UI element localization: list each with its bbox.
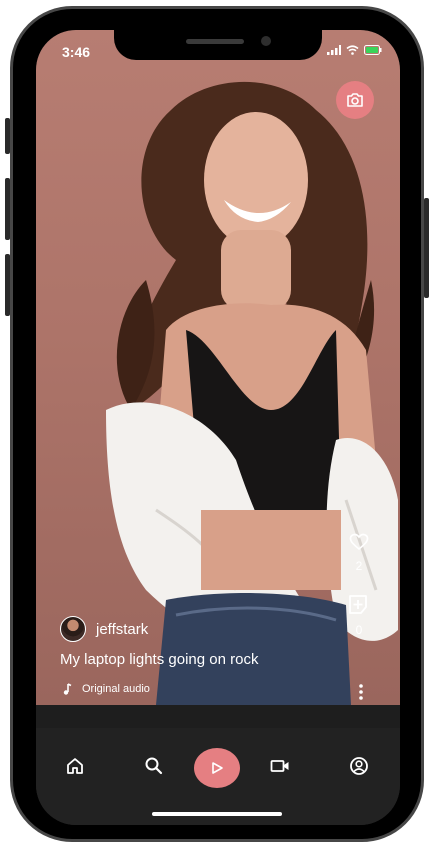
system-icons — [327, 45, 382, 55]
play-icon — [212, 762, 223, 774]
video-camera-icon — [270, 760, 289, 772]
nav-search[interactable] — [136, 748, 172, 784]
username[interactable]: jeffstark — [96, 621, 148, 638]
music-note-icon — [63, 683, 72, 695]
power-button — [424, 198, 429, 298]
app-screen: 3:46 2 0 jeffstark My laptop lights goin… — [36, 30, 400, 825]
nav-home[interactable] — [57, 748, 93, 784]
save-button[interactable]: 0 — [348, 593, 370, 637]
more-vertical-icon — [359, 684, 363, 700]
author-row[interactable]: jeffstark — [60, 616, 148, 642]
account-circle-icon — [350, 757, 368, 775]
add-box-icon — [349, 595, 367, 614]
status-bar: 3:46 — [36, 30, 400, 74]
post-caption: My laptop lights going on rock — [60, 651, 259, 668]
status-time: 3:46 — [62, 44, 91, 60]
bottom-nav — [36, 728, 400, 825]
video-player[interactable] — [36, 30, 400, 705]
like-button[interactable]: 2 — [348, 533, 370, 573]
like-count: 2 — [355, 559, 363, 573]
camera-icon — [347, 93, 363, 107]
avatar[interactable] — [60, 616, 86, 642]
notch — [114, 30, 322, 60]
more-options-button[interactable] — [356, 683, 366, 701]
video-frame-image — [106, 81, 398, 705]
nav-play[interactable] — [194, 748, 240, 788]
home-icon — [67, 758, 83, 774]
battery-icon — [364, 45, 382, 55]
audio-row[interactable]: Original audio — [62, 683, 150, 695]
nav-profile[interactable] — [341, 748, 377, 784]
heart-icon — [349, 533, 369, 551]
speaker-grille — [186, 39, 244, 44]
video-bottom-strip — [36, 705, 400, 728]
save-count: 0 — [355, 623, 363, 637]
front-camera — [261, 36, 271, 46]
search-icon — [145, 757, 163, 775]
home-indicator[interactable] — [152, 812, 282, 816]
wifi-icon — [346, 45, 359, 55]
audio-label: Original audio — [82, 683, 150, 695]
signal-icon — [327, 45, 341, 55]
nav-video[interactable] — [262, 748, 298, 784]
camera-button[interactable] — [336, 81, 374, 119]
